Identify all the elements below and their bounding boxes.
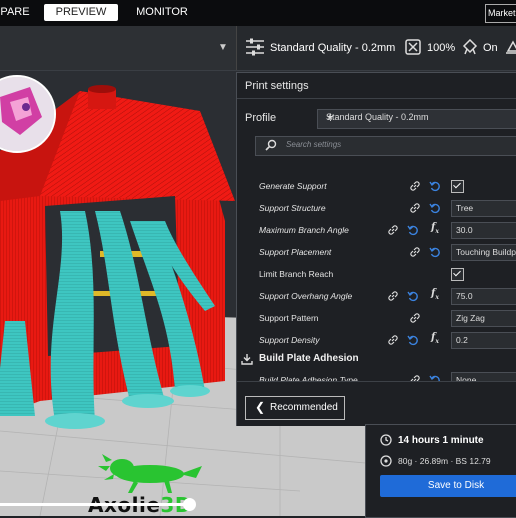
setting-label: Support Placement [259,247,332,257]
search-icon [265,139,277,151]
panel-title: Print settings [245,80,309,92]
layer-slider-handle[interactable] [183,498,196,511]
more-icon[interactable]: ⋮ [326,112,335,123]
link-icon[interactable] [387,290,399,302]
clock-icon [380,434,392,446]
setting-checkbox[interactable] [451,268,464,281]
setting-label: Support Pattern [259,313,319,323]
link-icon[interactable] [387,334,399,346]
recommended-label: Recommended [270,402,338,413]
avatar-image [0,77,54,151]
divider [237,98,516,99]
save-to-disk-button[interactable]: Save to Disk [380,475,516,497]
sliders-icon[interactable] [245,38,265,56]
chevron-left-icon: ❮ [255,400,266,414]
search-input[interactable]: Search settings [255,136,516,156]
setting-value[interactable]: 0.2 [451,332,516,349]
tab-preview[interactable]: PREVIEW [44,4,118,21]
link-icon[interactable] [409,180,421,192]
setting-label: Limit Branch Reach [259,269,334,279]
setting-label: Support Density [259,335,320,345]
setting-label: Support Overhang Angle [259,291,353,301]
setting-row[interactable]: Limit Branch Reach [237,265,516,285]
setting-row[interactable]: Support Density fx 0.2 [237,331,516,351]
link-icon[interactable] [409,246,421,258]
setting-value[interactable]: 75.0 [451,288,516,305]
setting-row[interactable]: Support Placement Touching Buildplate [237,243,516,263]
link-icon[interactable] [387,224,399,236]
link-icon[interactable] [409,202,421,214]
tab-prepare[interactable]: PARE [0,4,30,21]
reset-icon[interactable] [429,246,441,258]
setting-value[interactable]: Tree [451,200,516,217]
setting-row[interactable]: Support Structure Tree [237,199,516,219]
panel-footer: ❮ Recommended [237,381,516,426]
profile-label: Profile [245,112,277,124]
function-icon[interactable]: fx [431,332,443,345]
material-estimate: 80g · 26.89m · BS 12.79 [398,456,491,466]
print-setup-bar: ▼ Standard Quality - 0.2mm 100% On [0,26,516,71]
setting-value[interactable]: Zig Zag [451,310,516,327]
search-placeholder: Search settings [286,140,342,149]
profile-value: Standard Quality - 0.2mm [326,112,429,122]
layer-slider-track[interactable] [0,503,190,506]
print-estimate-panel: 14 hours 1 minute 80g · 26.89m · BS 12.7… [365,424,516,518]
setting-row[interactable]: Maximum Branch Angle fx 30.0 [237,221,516,241]
setting-value[interactable]: 30.0 [451,222,516,239]
reset-icon[interactable] [429,180,441,192]
tab-monitor[interactable]: MONITOR [130,4,194,21]
reset-icon[interactable] [407,334,419,346]
marketplace-button[interactable]: Market [485,4,516,23]
section-title: Build Plate Adhesion [259,353,359,364]
setting-value[interactable]: Touching Buildplate [451,244,516,261]
support-value[interactable]: On [483,42,498,54]
reset-icon[interactable] [407,224,419,236]
save-label: Save to Disk [427,480,485,491]
setting-row[interactable]: Generate Support [237,177,516,197]
recommended-button[interactable]: ❮ Recommended [245,396,345,420]
download-icon [241,354,253,365]
setting-label: Generate Support [259,181,327,191]
quality-label[interactable]: Standard Quality - 0.2mm [270,42,395,54]
chevron-down-icon: ▼ [218,42,228,53]
reset-icon[interactable] [429,202,441,214]
adhesion-icon[interactable] [506,39,516,55]
setting-checkbox[interactable] [451,180,464,193]
infill-value[interactable]: 100% [427,42,455,54]
print-time: 14 hours 1 minute [398,435,484,446]
function-icon[interactable]: fx [431,222,443,235]
top-bar: PARE PREVIEW MONITOR Market [0,0,516,26]
profile-select[interactable]: Standard Quality - 0.2mm ★ ⋮ [317,109,516,129]
printer-selector[interactable]: ▼ [0,26,237,70]
setting-label: Maximum Branch Angle [259,225,349,235]
function-icon[interactable]: fx [431,288,443,301]
print-settings-panel: Print settings Profile Standard Quality … [236,72,516,426]
section-build-plate-adhesion[interactable]: Build Plate Adhesion [241,353,359,365]
support-icon[interactable] [462,39,478,55]
link-icon[interactable] [409,312,421,324]
setting-label: Support Structure [259,203,326,213]
setting-row[interactable]: Support Overhang Angle fx 75.0 [237,287,516,307]
infill-icon[interactable] [405,39,421,55]
setting-row[interactable]: Support Pattern Zig Zag [237,309,516,329]
reset-icon[interactable] [407,290,419,302]
spool-icon [380,455,392,467]
